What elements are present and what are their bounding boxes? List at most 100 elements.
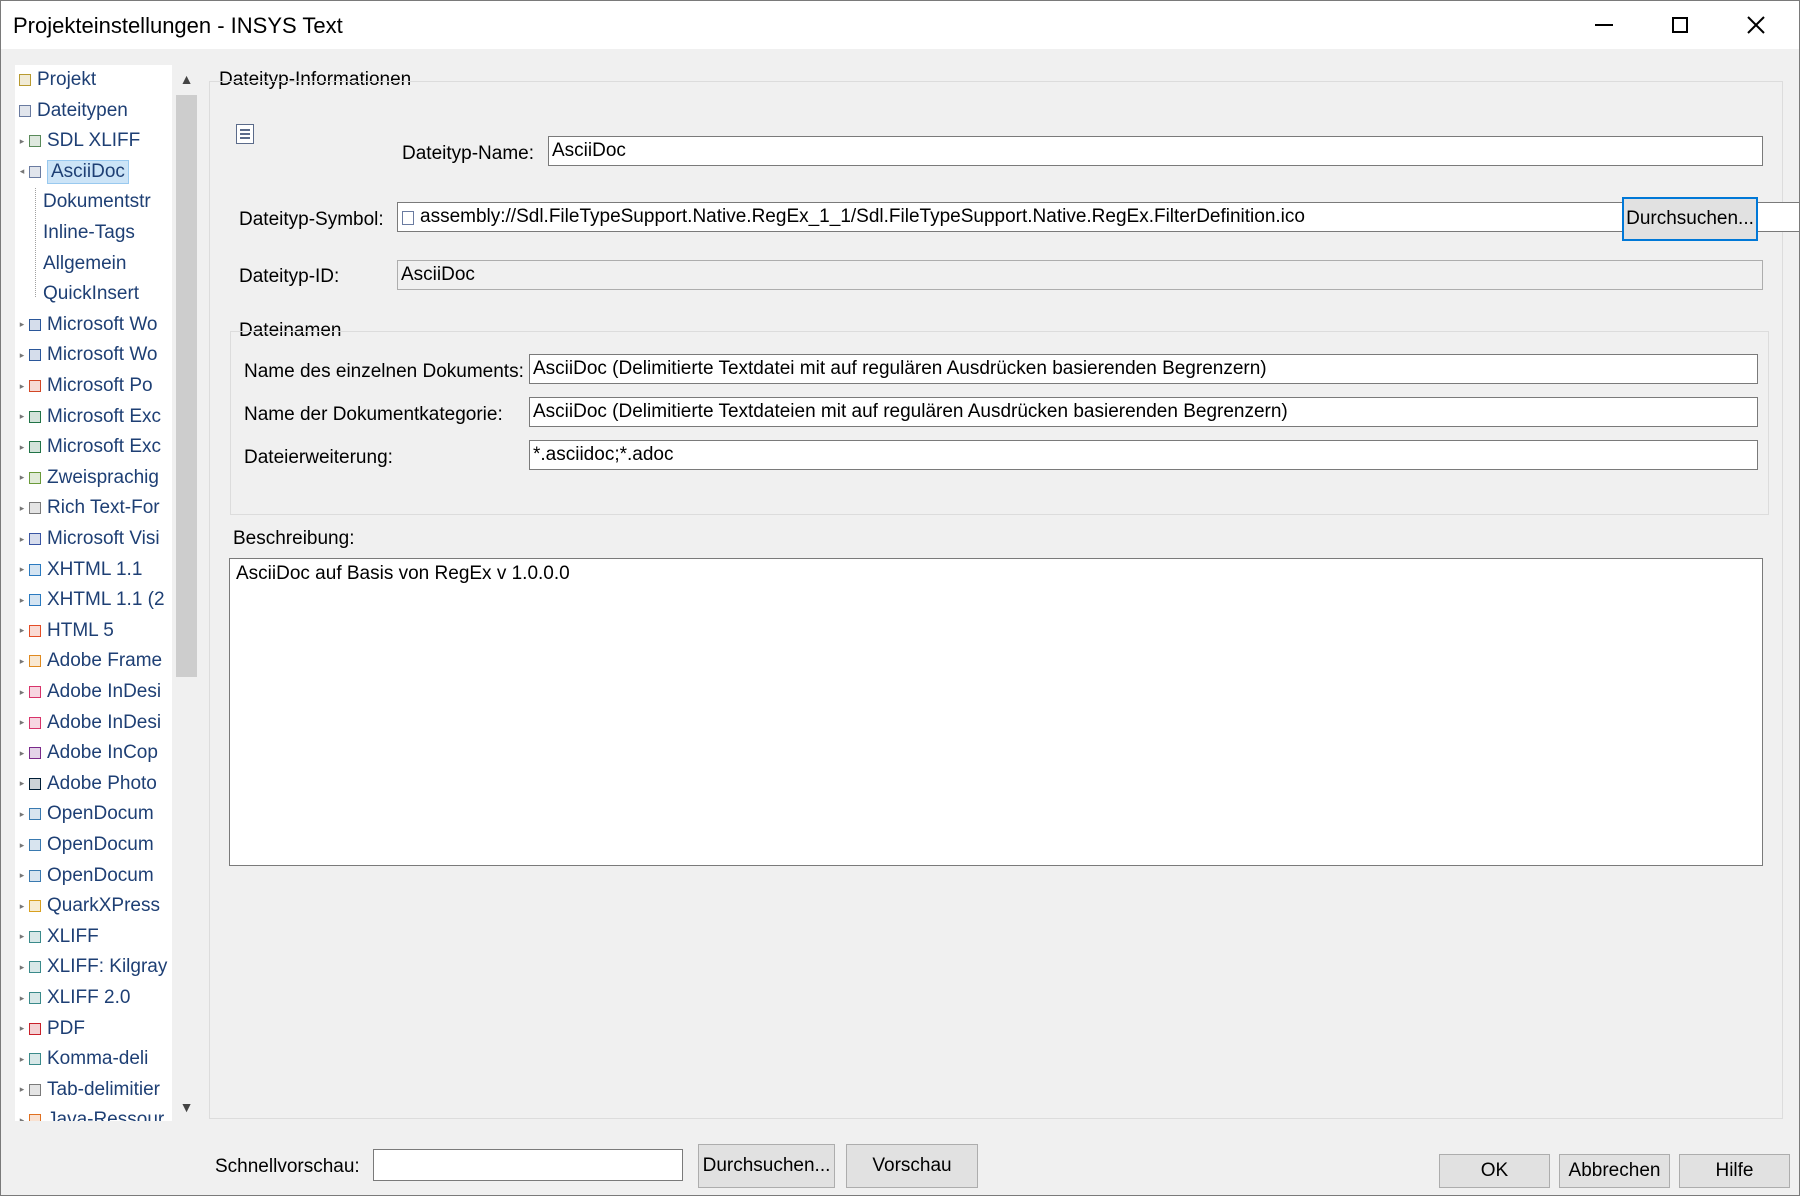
expand-arrow-icon[interactable]: ▸ (17, 472, 27, 483)
file-type-symbol-input[interactable]: assembly://Sdl.FileTypeSupport.Native.Re… (397, 202, 1799, 232)
expand-arrow-icon[interactable]: ▸ (17, 534, 27, 545)
tree-item[interactable]: ▸ SDL XLIFF (17, 127, 141, 155)
expand-arrow-icon[interactable]: ▸ (17, 687, 27, 698)
tree-item[interactable]: ▸ Microsoft Visi (17, 525, 160, 553)
expand-arrow-icon[interactable]: ▸ (17, 1023, 27, 1034)
file-type-name-input[interactable]: AsciiDoc (548, 136, 1763, 166)
tree-item[interactable]: ▸ Adobe Frame (17, 647, 162, 675)
minimize-icon (1595, 24, 1613, 26)
tree-item[interactable]: ◂ AsciiDoc (17, 158, 129, 186)
expand-arrow-icon[interactable]: ▸ (17, 350, 27, 361)
tree-item[interactable]: ▸ Rich Text-For (17, 494, 160, 522)
tree-item[interactable]: Dokumentstr (43, 188, 151, 216)
expand-arrow-icon[interactable]: ▸ (17, 748, 27, 759)
scroll-up-button[interactable]: ▲ (172, 65, 201, 93)
tree-item-label: OpenDocum (47, 834, 154, 855)
expand-arrow-icon[interactable]: ▸ (17, 319, 27, 330)
expand-arrow-icon[interactable]: ▸ (17, 901, 27, 912)
expand-arrow-icon[interactable]: ▸ (17, 656, 27, 667)
settings-tree[interactable]: Projekt Dateitypen ▸ SDL XLIFF ◂ AsciiDoc Doku… (15, 65, 201, 1121)
expand-arrow-icon[interactable]: ▸ (17, 931, 27, 942)
expand-arrow-icon[interactable]: ▸ (17, 778, 27, 789)
expand-arrow-icon[interactable]: ▸ (17, 1115, 27, 1121)
tree-item[interactable]: ▸ Zweisprachig (17, 464, 159, 492)
quick-preview-label: Schnellvorschau: (215, 1156, 360, 1177)
scroll-down-button[interactable]: ▼ (172, 1093, 201, 1121)
preview-button[interactable]: Vorschau (846, 1144, 978, 1188)
tree-item[interactable]: ▸ Microsoft Exc (17, 403, 161, 431)
expand-arrow-icon[interactable]: ▸ (17, 136, 27, 147)
tree-item[interactable]: ▸ HTML 5 (17, 617, 114, 645)
tree-item[interactable]: ▸ OpenDocum (17, 862, 154, 890)
tree-item[interactable]: Allgemein (43, 250, 126, 278)
ok-button[interactable]: OK (1439, 1154, 1550, 1188)
expand-arrow-icon[interactable]: ▸ (17, 962, 27, 973)
tree-item[interactable]: ▸ QuarkXPress (17, 892, 160, 920)
tree-item[interactable]: ▸ XLIFF (17, 923, 99, 951)
tree-item[interactable]: ▸ Microsoft Po (17, 372, 153, 400)
file-type-icon (29, 655, 41, 668)
tree-item[interactable]: ▸ PDF (17, 1015, 85, 1043)
maximize-button[interactable] (1647, 1, 1713, 49)
category-input[interactable]: AsciiDoc (Delimitierte Textdateien mit a… (529, 397, 1758, 427)
minimize-button[interactable] (1571, 1, 1637, 49)
tree-item[interactable]: ▸ XLIFF: Kilgray (17, 953, 168, 981)
file-type-id-label: Dateityp-ID: (239, 266, 340, 287)
tree-item[interactable]: ▸ Adobe InDesi (17, 709, 161, 737)
expand-arrow-icon[interactable]: ▸ (17, 717, 27, 728)
file-type-id-input[interactable]: AsciiDoc (397, 260, 1763, 290)
file-type-icon (29, 1022, 41, 1035)
tree-item[interactable]: ▸ Microsoft Wo (17, 311, 158, 339)
expand-arrow-icon[interactable]: ▸ (17, 595, 27, 606)
tree-item-label: XHTML 1.1 (47, 558, 143, 580)
tree-item-label: HTML 5 (47, 619, 114, 641)
expand-arrow-icon[interactable]: ▸ (17, 809, 27, 820)
tree-item[interactable]: ▸ OpenDocum (17, 800, 154, 828)
file-type-icon (29, 961, 41, 974)
symbol-browse-button[interactable]: Durchsuchen... (1622, 197, 1758, 241)
expand-arrow-icon[interactable]: ▸ (17, 442, 27, 453)
tree-item[interactable]: Projekt (17, 66, 96, 94)
tree-item[interactable]: ▸ XLIFF 2.0 (17, 984, 131, 1012)
close-button[interactable] (1723, 1, 1789, 49)
tree-item[interactable]: Inline-Tags (43, 219, 135, 247)
quick-preview-input[interactable] (373, 1149, 683, 1181)
expand-arrow-icon[interactable]: ▸ (17, 564, 27, 575)
expand-arrow-icon[interactable]: ▸ (17, 1054, 27, 1065)
collapse-arrow-icon[interactable]: ◂ (17, 166, 27, 177)
file-type-icon (29, 533, 41, 545)
description-textarea[interactable]: AsciiDoc auf Basis von RegEx v 1.0.0.0 (229, 558, 1763, 866)
expand-arrow-icon[interactable]: ▸ (17, 381, 27, 392)
tree-scrollbar[interactable]: ▲ ▼ (172, 65, 201, 1121)
file-type-icon (29, 900, 41, 913)
tree-item[interactable]: ▸ Microsoft Wo (17, 341, 158, 369)
file-type-icon (29, 624, 41, 637)
expand-arrow-icon[interactable]: ▸ (17, 1084, 27, 1095)
expand-arrow-icon[interactable]: ▸ (17, 870, 27, 881)
help-button[interactable]: Hilfe (1679, 1154, 1790, 1188)
expand-arrow-icon[interactable]: ▸ (17, 625, 27, 636)
expand-arrow-icon[interactable]: ▸ (17, 993, 27, 1004)
tree-item[interactable]: ▸ Java-Ressour (17, 1106, 164, 1121)
tree-item[interactable]: ▸ Komma-deli (17, 1045, 149, 1073)
tree-item[interactable]: ▸ XHTML 1.1 (17, 556, 143, 584)
preview-browse-button[interactable]: Durchsuchen... (698, 1144, 835, 1188)
extension-input[interactable]: *.asciidoc;*.adoc (529, 440, 1758, 470)
scroll-thumb[interactable] (176, 95, 197, 677)
cancel-button[interactable]: Abbrechen (1559, 1154, 1670, 1188)
tree-item[interactable]: ▸ Adobe Photo (17, 770, 157, 798)
tree-item[interactable]: ▸ Tab-delimitier (17, 1076, 160, 1104)
tree-item[interactable]: QuickInsert (43, 280, 139, 308)
expand-arrow-icon[interactable]: ▸ (17, 840, 27, 851)
tree-item[interactable]: ▸ OpenDocum (17, 831, 154, 859)
tree-guide-line (35, 188, 36, 297)
tree-item[interactable]: ▸ Microsoft Exc (17, 433, 161, 461)
tree-item[interactable]: ▸ XHTML 1.1 (2 (17, 586, 165, 614)
single-doc-input[interactable]: AsciiDoc (Delimitierte Textdatei mit auf… (529, 354, 1758, 384)
expand-arrow-icon[interactable]: ▸ (17, 411, 27, 422)
expand-arrow-icon[interactable]: ▸ (17, 503, 27, 514)
single-doc-label: Name des einzelnen Dokuments: (244, 361, 524, 382)
tree-item[interactable]: ▸ Adobe InDesi (17, 678, 161, 706)
tree-item[interactable]: ▸ Adobe InCop (17, 739, 158, 767)
tree-item[interactable]: Dateitypen (17, 97, 128, 125)
